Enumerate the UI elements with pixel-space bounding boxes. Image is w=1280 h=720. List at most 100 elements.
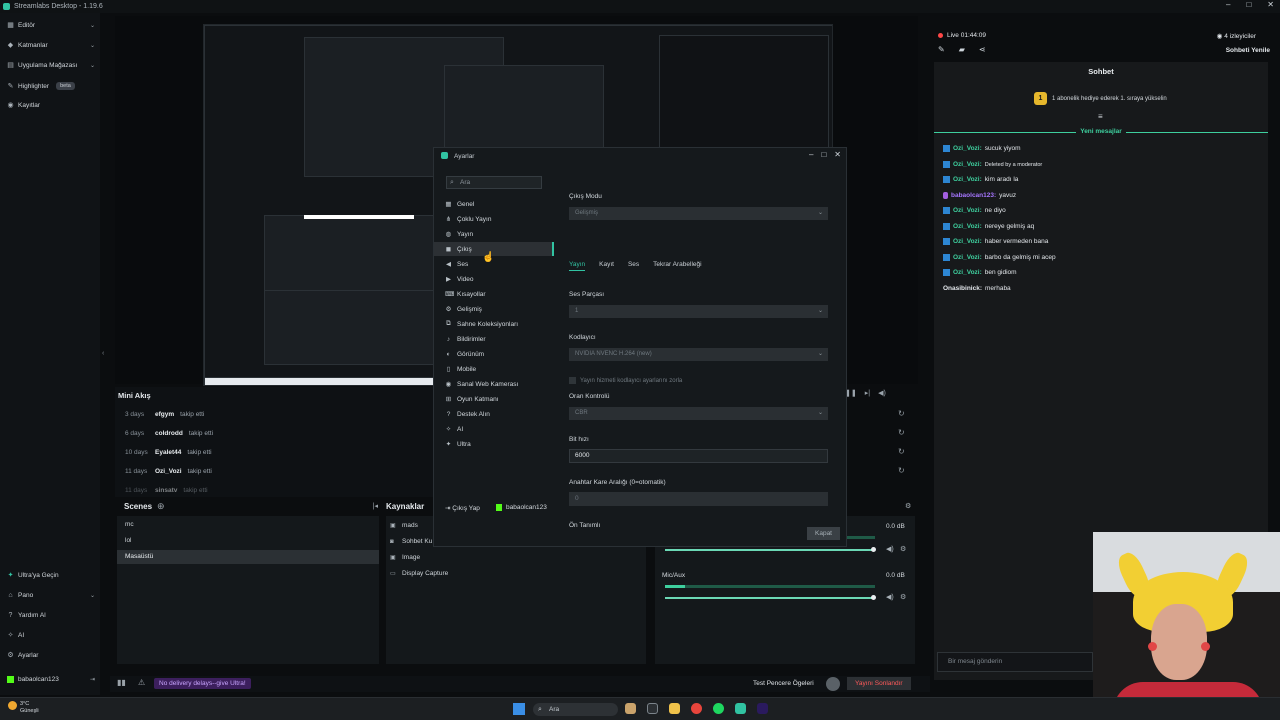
taskbar-search[interactable]: ⌕ Ara bbox=[533, 703, 618, 716]
sidebar-item-layers[interactable]: ◆ Katmanlar ⌄ bbox=[7, 42, 95, 49]
enforce-encoder-checkbox[interactable]: Yayın hizmeti kodlayıcı ayarlarını zorla bbox=[569, 377, 682, 384]
output-mode-select[interactable]: Gelişmiş ⌄ bbox=[569, 207, 828, 220]
chat-user[interactable]: Ozi_Vozi: bbox=[953, 161, 982, 168]
sidebar-item-app-store[interactable]: ▤ Uygulama Mağazası ⌄ bbox=[7, 62, 95, 69]
sidebar-item-dashboard[interactable]: ⌂ Pano ⌄ bbox=[7, 592, 95, 599]
maximize-icon[interactable]: □ bbox=[1246, 0, 1251, 9]
source-item[interactable]: ◙ Sohbet Ku bbox=[390, 538, 432, 545]
nav-support[interactable]: ? Destek Alın bbox=[434, 407, 554, 421]
tab-recording[interactable]: Kayıt bbox=[599, 261, 614, 271]
folder-icon[interactable] bbox=[669, 703, 680, 714]
sidebar-item-editor[interactable]: ▦ Editör ⌄ bbox=[7, 22, 95, 29]
nav-notifications[interactable]: ♪ Bildirimler bbox=[434, 332, 554, 346]
tab-replay-buffer[interactable]: Tekrar Arabelleği bbox=[653, 261, 701, 271]
add-scene-icon[interactable]: ⊕ bbox=[157, 501, 165, 512]
gear-icon[interactable]: ⚙ bbox=[905, 502, 911, 510]
tab-stream[interactable]: Yayın bbox=[569, 261, 586, 271]
nav-multistream[interactable]: ⋔ Çoklu Yayın bbox=[434, 212, 554, 226]
chrome-icon[interactable] bbox=[691, 703, 702, 714]
gift-banner[interactable]: 1 1 abonelik hediye ederek 1. sıraya yük… bbox=[1034, 92, 1167, 105]
maximize-icon[interactable]: □ bbox=[821, 150, 826, 159]
collapse-sidebar-icon[interactable]: ‹ bbox=[102, 350, 104, 357]
encoder-select[interactable]: NVIDIA NVENC H.264 (new) ⌄ bbox=[569, 348, 828, 361]
nav-general[interactable]: ▦ Genel bbox=[434, 197, 554, 211]
replay-icon[interactable]: ↻ bbox=[898, 409, 905, 418]
logout-icon[interactable]: ⇥ bbox=[90, 676, 95, 683]
volume-slider[interactable] bbox=[665, 597, 875, 599]
chat-user[interactable]: Ozi_Vozi: bbox=[953, 207, 982, 214]
sidebar-item-recordings[interactable]: ◉ Kayıtlar bbox=[7, 102, 95, 109]
keyframe-input[interactable]: 0 bbox=[569, 492, 828, 506]
gear-icon[interactable]: ⚙ bbox=[900, 593, 906, 601]
spotify-icon[interactable] bbox=[713, 703, 724, 714]
speaker-icon[interactable]: ◀) bbox=[886, 545, 894, 553]
taskbar-app-icon[interactable] bbox=[625, 703, 636, 714]
close-icon[interactable]: ✕ bbox=[1267, 0, 1274, 9]
sidebar-item-help[interactable]: ? Yardım Al bbox=[7, 612, 95, 619]
chat-user[interactable]: Onasibinick: bbox=[943, 285, 982, 292]
gear-icon[interactable]: ⚙ bbox=[900, 545, 906, 553]
nav-ultra[interactable]: ✦ Ultra bbox=[434, 437, 554, 451]
volume-icon[interactable]: ◀) bbox=[878, 389, 886, 397]
nav-hotkeys[interactable]: ⌨ Kısayollar bbox=[434, 287, 554, 301]
folder-icon[interactable]: ▰ bbox=[959, 45, 965, 54]
tab-audio[interactable]: Ses bbox=[628, 261, 639, 271]
stats-icon[interactable]: ▮▮ bbox=[117, 678, 126, 687]
nav-mobile[interactable]: ▯ Mobile bbox=[434, 362, 554, 376]
close-icon[interactable]: ✕ bbox=[834, 150, 841, 159]
filter-icon[interactable]: ≡ bbox=[1098, 112, 1103, 121]
nav-game-overlay[interactable]: ⊞ Oyun Katmanı bbox=[434, 392, 554, 406]
chat-user[interactable]: Ozi_Vozi: bbox=[953, 145, 982, 152]
settings-search-input[interactable]: ⌕ Ara bbox=[446, 176, 542, 189]
audio-track-select[interactable]: 1 ⌄ bbox=[569, 305, 828, 318]
scene-item[interactable]: mc bbox=[117, 518, 379, 532]
replay-icon[interactable]: ↻ bbox=[898, 447, 905, 456]
minimize-icon[interactable]: – bbox=[1226, 0, 1230, 9]
volume-slider[interactable] bbox=[665, 549, 875, 551]
nav-ai[interactable]: ✧ AI bbox=[434, 422, 554, 436]
bitrate-input[interactable]: 6000 bbox=[569, 449, 828, 463]
scene-item[interactable]: Masaüstü bbox=[117, 550, 379, 564]
delay-banner[interactable]: No delivery delays--give Ultra! bbox=[154, 678, 251, 689]
source-item[interactable]: ▣ Image bbox=[390, 554, 420, 561]
chat-user[interactable]: Ozi_Vozi: bbox=[953, 223, 982, 230]
chat-user[interactable]: babaolcan123: bbox=[951, 192, 996, 199]
replay-icon[interactable]: ↻ bbox=[898, 466, 905, 475]
close-button[interactable]: Kapat bbox=[807, 527, 840, 540]
source-item[interactable]: ▭ Display Capture bbox=[390, 570, 448, 577]
alert-icon[interactable]: ⚠ bbox=[138, 678, 145, 687]
windows-start-icon[interactable] bbox=[513, 703, 525, 715]
test-widgets-button[interactable]: Test Pencere Ögeleri bbox=[753, 680, 814, 687]
rate-control-select[interactable]: CBR ⌄ bbox=[569, 407, 828, 420]
source-item[interactable]: ▣ mads bbox=[390, 522, 418, 529]
streamlabs-icon[interactable] bbox=[735, 703, 746, 714]
premiere-icon[interactable] bbox=[757, 703, 768, 714]
sidebar-item-highlighter[interactable]: ✎ Highlighter beta bbox=[7, 82, 95, 90]
weather-widget[interactable]: 3°C Güneşli bbox=[8, 701, 39, 715]
chat-message-input[interactable]: Bir mesaj gönderin bbox=[937, 652, 1093, 672]
nav-appearance[interactable]: ◐ Görünüm bbox=[434, 347, 554, 361]
share-icon[interactable]: ⋖ bbox=[979, 45, 986, 54]
skip-icon[interactable]: ▸| bbox=[865, 389, 870, 397]
nav-advanced[interactable]: ⚙ Gelişmiş bbox=[434, 302, 554, 316]
sidebar-item-ultra[interactable]: ✦ Ultra'ya Geçin bbox=[7, 572, 95, 579]
pencil-icon[interactable]: ✎ bbox=[938, 45, 945, 54]
logout-button[interactable]: ⇥ Çıkış Yap bbox=[445, 504, 480, 512]
scene-item[interactable]: lol bbox=[117, 534, 379, 548]
speaker-icon[interactable]: ◀) bbox=[886, 593, 894, 601]
volume-knob[interactable] bbox=[871, 547, 876, 552]
refresh-chat-button[interactable]: Sohbeti Yenile bbox=[1226, 47, 1270, 54]
chat-user[interactable]: Ozi_Vozi: bbox=[953, 238, 982, 245]
nav-scene-collections[interactable]: ⧉ Sahne Koleksiyonları bbox=[434, 317, 554, 331]
chat-user[interactable]: Ozi_Vozi: bbox=[953, 254, 982, 261]
taskbar-app-icon[interactable] bbox=[647, 703, 658, 714]
nav-stream[interactable]: ◍ Yayın bbox=[434, 227, 554, 241]
end-stream-button[interactable]: Yayını Sonlandır bbox=[847, 677, 911, 690]
nav-video[interactable]: ▶ Video bbox=[434, 272, 554, 286]
record-button[interactable] bbox=[826, 677, 840, 691]
nav-virtual-webcam[interactable]: ◉ Sanal Web Kamerası bbox=[434, 377, 554, 391]
sidebar-item-settings[interactable]: ⚙ Ayarlar bbox=[7, 652, 95, 659]
sidebar-item-account[interactable]: babaolcan123 ⇥ bbox=[7, 676, 95, 683]
chat-user[interactable]: Ozi_Vozi: bbox=[953, 269, 982, 276]
volume-knob[interactable] bbox=[871, 595, 876, 600]
